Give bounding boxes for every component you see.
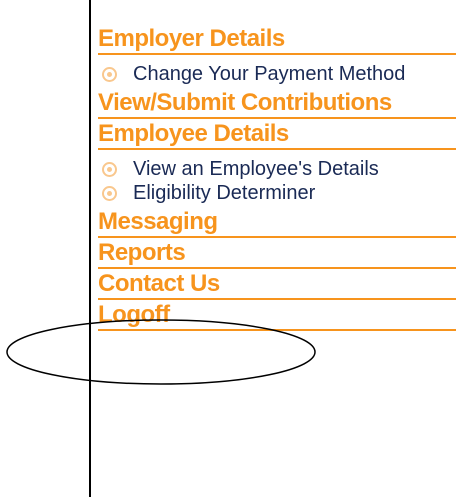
sidebar-nav: Employer Details Change Your Payment Met… — [98, 24, 456, 331]
employer-details-sublist: Change Your Payment Method — [98, 55, 456, 88]
nav-contact-us[interactable]: Contact Us — [98, 269, 456, 300]
nav-view-employee-details[interactable]: View an Employee's Details — [98, 157, 456, 181]
nav-eligibility-determiner[interactable]: Eligibility Determiner — [98, 181, 456, 205]
nav-view-employee-details-label: View an Employee's Details — [133, 158, 379, 180]
circle-bullet-icon — [102, 67, 117, 82]
nav-reports[interactable]: Reports — [98, 238, 456, 269]
employee-details-sublist: View an Employee's Details Eligibility D… — [98, 150, 456, 207]
nav-messaging[interactable]: Messaging — [98, 207, 456, 238]
page: Employer Details Change Your Payment Met… — [0, 0, 467, 497]
circle-bullet-icon — [102, 186, 117, 201]
nav-change-payment-method-label: Change Your Payment Method — [133, 63, 406, 85]
nav-employee-details[interactable]: Employee Details — [98, 119, 456, 150]
sidebar-left-border — [89, 0, 91, 497]
nav-logoff[interactable]: Logoff — [98, 300, 456, 331]
nav-view-submit-contributions[interactable]: View/Submit Contributions — [98, 88, 456, 119]
nav-eligibility-determiner-label: Eligibility Determiner — [133, 182, 316, 204]
nav-employer-details[interactable]: Employer Details — [98, 24, 456, 55]
nav-change-payment-method[interactable]: Change Your Payment Method — [98, 62, 456, 86]
circle-bullet-icon — [102, 162, 117, 177]
